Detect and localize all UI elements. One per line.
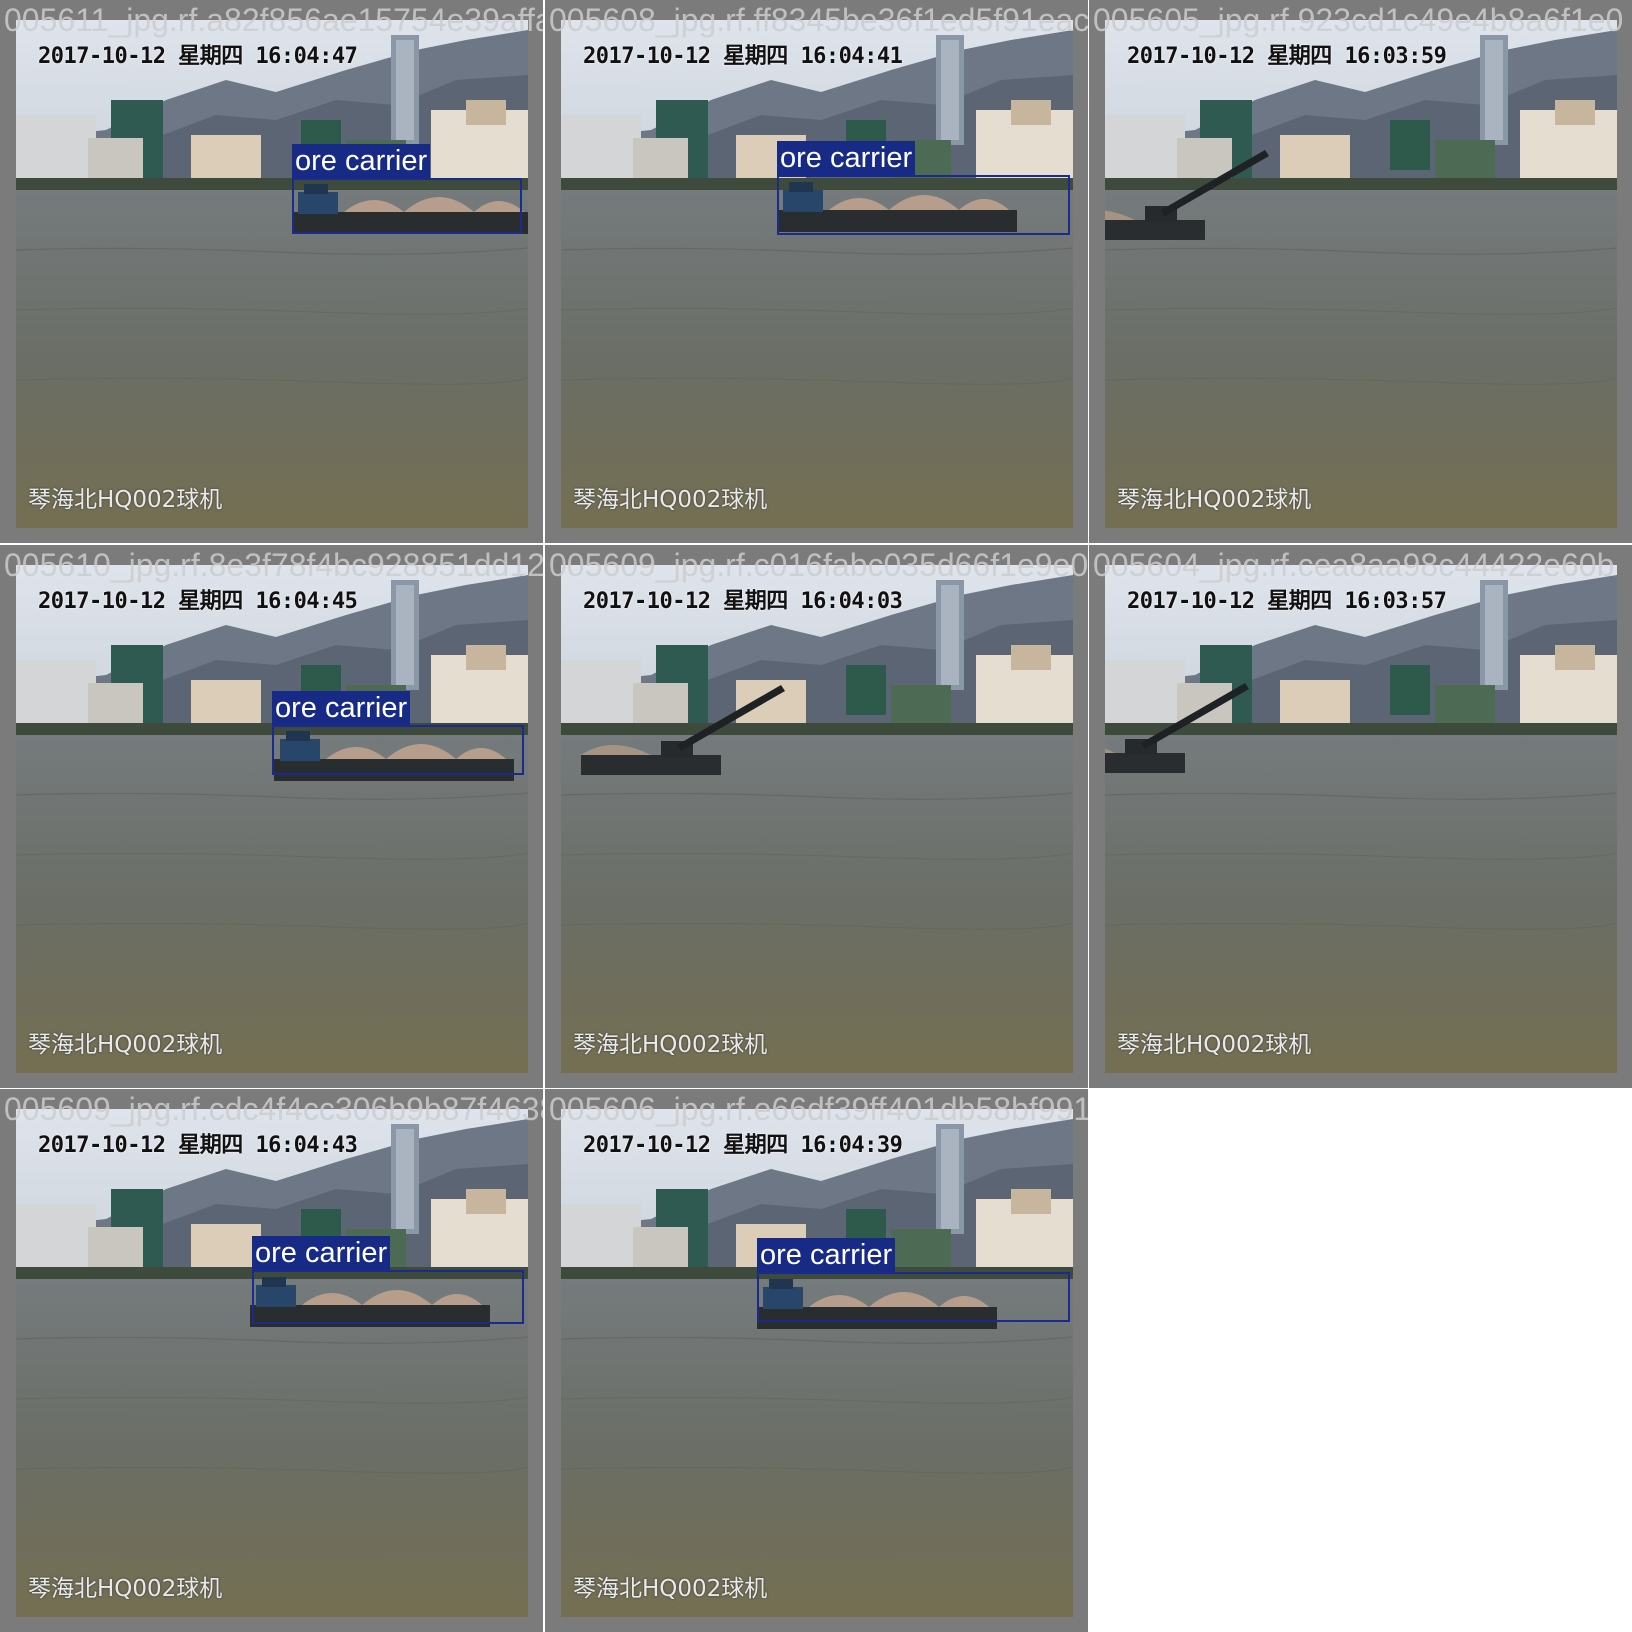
image-tile-4[interactable]: 2017-10-12 星期四 16:04:45 琴海北HQ002球机 ore c… xyxy=(0,545,543,1088)
timestamp-overlay: 2017-10-12 星期四 16:04:39 xyxy=(583,1133,903,1158)
detection-box[interactable] xyxy=(777,175,1070,235)
timestamp-overlay: 2017-10-12 星期四 16:04:43 xyxy=(38,1133,358,1158)
camera-name-overlay: 琴海北HQ002球机 xyxy=(573,487,768,513)
timestamp-overlay: 2017-10-12 星期四 16:03:57 xyxy=(1127,589,1447,614)
image-tile-6[interactable]: 2017-10-12 星期四 16:03:57 琴海北HQ002球机 00560… xyxy=(1089,545,1632,1088)
timestamp-overlay: 2017-10-12 星期四 16:04:03 xyxy=(583,589,903,614)
ore-carrier-ship xyxy=(757,1279,997,1329)
image-tile-8[interactable]: 2017-10-12 星期四 16:04:39 琴海北HQ002球机 ore c… xyxy=(545,1089,1088,1632)
detection-box[interactable] xyxy=(757,1272,1070,1322)
crane-barge xyxy=(581,685,785,775)
camera-name-overlay: 琴海北HQ002球机 xyxy=(573,1032,768,1058)
crane-barge xyxy=(1105,150,1269,240)
image-tile-1[interactable]: 2017-10-12 星期四 16:04:47 琴海北HQ002球机 ore c… xyxy=(0,0,543,543)
camera-name-overlay: 琴海北HQ002球机 xyxy=(28,1032,223,1058)
river-photo: 2017-10-12 星期四 16:03:59 琴海北HQ002球机 xyxy=(1105,20,1617,528)
river-photo: 2017-10-12 星期四 16:04:03 琴海北HQ002球机 xyxy=(561,565,1073,1073)
camera-name-overlay: 琴海北HQ002球机 xyxy=(573,1576,768,1602)
image-tile-2[interactable]: 2017-10-12 星期四 16:04:41 琴海北HQ002球机 ore c… xyxy=(545,0,1088,543)
ore-carrier-ship xyxy=(274,731,514,781)
detection-label: ore carrier xyxy=(777,141,916,175)
river-photo: 2017-10-12 星期四 16:04:43 琴海北HQ002球机 ore c… xyxy=(16,1109,528,1617)
timestamp-overlay: 2017-10-12 星期四 16:04:41 xyxy=(583,44,903,69)
detection-box[interactable] xyxy=(292,178,522,234)
camera-name-overlay: 琴海北HQ002球机 xyxy=(1117,487,1312,513)
river-photo: 2017-10-12 星期四 16:03:57 琴海北HQ002球机 xyxy=(1105,565,1617,1073)
image-tile-7[interactable]: 2017-10-12 星期四 16:04:43 琴海北HQ002球机 ore c… xyxy=(0,1089,543,1632)
river-photo: 2017-10-12 星期四 16:04:45 琴海北HQ002球机 ore c… xyxy=(16,565,528,1073)
camera-name-overlay: 琴海北HQ002球机 xyxy=(1117,1032,1312,1058)
image-tile-5[interactable]: 2017-10-12 星期四 16:04:03 琴海北HQ002球机 00560… xyxy=(545,545,1088,1088)
detection-label: ore carrier xyxy=(757,1238,896,1272)
river-photo: 2017-10-12 星期四 16:04:39 琴海北HQ002球机 ore c… xyxy=(561,1109,1073,1617)
detection-label: ore carrier xyxy=(272,691,411,725)
detection-box[interactable] xyxy=(272,725,524,775)
ore-carrier-ship xyxy=(777,182,1017,232)
ore-carrier-ship xyxy=(250,1277,490,1327)
detection-box[interactable] xyxy=(252,1270,524,1324)
image-tile-3[interactable]: 2017-10-12 星期四 16:03:59 琴海北HQ002球机 00560… xyxy=(1089,0,1632,543)
detection-label: ore carrier xyxy=(252,1236,391,1270)
detection-label: ore carrier xyxy=(292,144,431,178)
crane-barge xyxy=(1105,683,1249,773)
camera-name-overlay: 琴海北HQ002球机 xyxy=(28,487,223,513)
river-photo: 2017-10-12 星期四 16:04:47 琴海北HQ002球机 ore c… xyxy=(16,20,528,528)
river-photo: 2017-10-12 星期四 16:04:41 琴海北HQ002球机 ore c… xyxy=(561,20,1073,528)
timestamp-overlay: 2017-10-12 星期四 16:04:47 xyxy=(38,44,358,69)
timestamp-overlay: 2017-10-12 星期四 16:03:59 xyxy=(1127,44,1447,69)
timestamp-overlay: 2017-10-12 星期四 16:04:45 xyxy=(38,589,358,614)
ore-carrier-ship xyxy=(292,184,528,234)
camera-name-overlay: 琴海北HQ002球机 xyxy=(28,1576,223,1602)
